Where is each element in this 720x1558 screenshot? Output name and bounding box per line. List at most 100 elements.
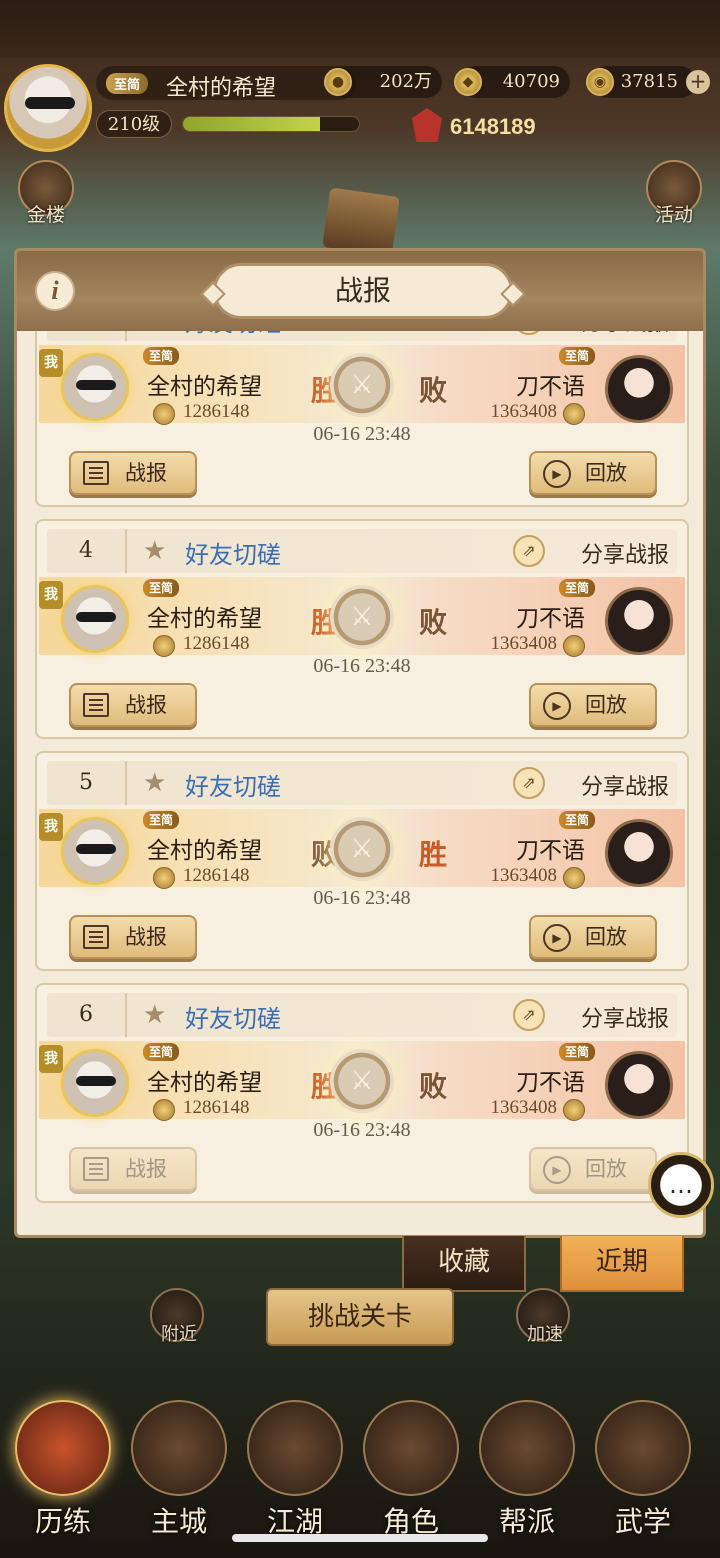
battle-card: 5 ★ 好友切磋 ⇗ 分享战报 我 至简 全村的希望 1286148 败 ⚔ 胜… xyxy=(35,751,689,971)
my-name: 全村的希望 xyxy=(147,606,262,632)
matchup: 我 至简 全村的希望 1286148 败 ⚔ 胜 至简 刀不语 1363408 xyxy=(39,809,685,889)
view-report-button[interactable]: 战报 xyxy=(69,451,197,495)
nav-guild[interactable]: 帮派 xyxy=(472,1400,582,1540)
ingot-resource[interactable]: ◆ 40709 xyxy=(454,66,570,98)
info-icon[interactable]: i xyxy=(35,271,75,311)
my-vip-tag: 至简 xyxy=(143,579,180,597)
challenge-stage-button[interactable]: 挑战关卡 xyxy=(266,1288,454,1346)
report-label: 战报 xyxy=(125,461,167,485)
replay-button[interactable]: ▶ 回放 xyxy=(529,1147,657,1191)
nav-jianghu-icon xyxy=(247,1400,343,1496)
power-coin-icon xyxy=(153,635,175,657)
my-power: 1286148 xyxy=(183,401,250,422)
replay-label: 回放 xyxy=(585,461,627,485)
player-avatar[interactable] xyxy=(4,64,92,152)
nav-training[interactable]: 历练 xyxy=(8,1400,118,1540)
play-icon: ▶ xyxy=(543,460,571,488)
opponent-name: 刀不语 xyxy=(516,606,585,632)
share-icon[interactable]: ⇗ xyxy=(513,535,545,567)
replay-button[interactable]: ▶ 回放 xyxy=(529,683,657,727)
my-vip-tag: 至简 xyxy=(143,811,180,829)
golden-tower-label: 金楼 xyxy=(26,204,65,226)
replay-label: 回放 xyxy=(585,1157,627,1181)
play-icon: ▶ xyxy=(543,692,571,720)
player-name-bar: 至简 全村的希望 xyxy=(96,66,356,101)
opponent-result: 败 xyxy=(419,1070,448,1103)
nav-jianghu[interactable]: 江湖 xyxy=(240,1400,350,1540)
opponent-power: 1363408 xyxy=(490,865,558,886)
tab-recent[interactable]: 近期 xyxy=(560,1236,684,1292)
share-report-button[interactable]: 分享战报 xyxy=(581,331,669,337)
nav-guild-icon xyxy=(479,1400,575,1496)
nav-guild-label: 帮派 xyxy=(498,1505,555,1538)
share-icon[interactable]: ⇗ xyxy=(513,767,545,799)
opponent-name: 刀不语 xyxy=(516,838,585,864)
home-indicator[interactable] xyxy=(232,1534,488,1542)
opponent-avatar[interactable] xyxy=(605,587,673,655)
my-name: 全村的希望 xyxy=(147,374,262,400)
view-report-button[interactable]: 战报 xyxy=(69,915,197,959)
battle-rank: 5 xyxy=(47,761,127,805)
player-power: 6148189 xyxy=(450,114,536,139)
coin-icon: ● xyxy=(324,68,352,96)
star-icon[interactable]: ★ xyxy=(143,1001,166,1029)
me-tag: 我 xyxy=(39,581,63,609)
nav-character[interactable]: 角色 xyxy=(356,1400,466,1540)
battle-card: 6 ★ 好友切磋 ⇗ 分享战报 我 至简 全村的希望 1286148 胜 ⚔ 败… xyxy=(35,983,689,1203)
nearby-button[interactable]: 附近 xyxy=(150,1288,204,1345)
nav-character-icon xyxy=(363,1400,459,1496)
power-coin-icon xyxy=(153,1099,175,1121)
activity-button[interactable]: 活动 xyxy=(644,160,704,240)
opponent-result: 败 xyxy=(419,374,448,407)
share-icon[interactable]: ⇗ xyxy=(513,999,545,1031)
opponent-vip-tag: 至简 xyxy=(558,579,595,597)
battle-list[interactable]: 3 ★ 好友切磋 ⇗ 分享战报 我 至简 全村的希望 1286148 胜 ⚔ 败… xyxy=(17,331,703,1235)
battle-time: 06-16 23:48 xyxy=(313,887,411,909)
gold-icon: ◉ xyxy=(586,68,614,96)
gold-resource[interactable]: ◉ 37815 + xyxy=(586,66,710,98)
share-report-button[interactable]: 分享战报 xyxy=(581,1001,669,1033)
star-icon[interactable]: ★ xyxy=(143,537,166,565)
bottom-nav: 历练 主城 江湖 角色 帮派 武学 xyxy=(0,1390,720,1558)
opponent-vip-tag: 至简 xyxy=(558,811,595,829)
opponent-power: 1363408 xyxy=(490,1097,558,1118)
nav-martial-arts[interactable]: 武学 xyxy=(588,1400,698,1540)
share-report-button[interactable]: 分享战报 xyxy=(581,769,669,801)
view-report-button[interactable]: 战报 xyxy=(69,683,197,727)
center-card-icon[interactable] xyxy=(322,187,400,257)
tab-favorites[interactable]: 收藏 xyxy=(402,1236,526,1292)
share-icon[interactable]: ⇗ xyxy=(513,331,545,335)
star-icon[interactable]: ★ xyxy=(143,769,166,797)
opponent-avatar[interactable] xyxy=(605,819,673,887)
nearby-label: 附近 xyxy=(161,1324,197,1345)
opponent-avatar[interactable] xyxy=(605,355,673,423)
star-icon[interactable]: ★ xyxy=(143,331,166,333)
battle-time: 06-16 23:48 xyxy=(313,423,411,445)
activity-label: 活动 xyxy=(654,204,693,226)
share-report-button[interactable]: 分享战报 xyxy=(581,537,669,569)
replay-button[interactable]: ▶ 回放 xyxy=(529,915,657,959)
me-tag: 我 xyxy=(39,1045,63,1073)
power-coin-icon xyxy=(563,1099,585,1121)
report-label: 战报 xyxy=(125,693,167,717)
opponent-avatar[interactable] xyxy=(605,1051,673,1119)
my-avatar[interactable] xyxy=(61,817,129,885)
my-avatar[interactable] xyxy=(61,585,129,653)
add-gold-icon[interactable]: + xyxy=(686,70,710,94)
speedup-button[interactable]: 加速 xyxy=(516,1288,570,1345)
my-avatar[interactable] xyxy=(61,353,129,421)
chat-icon[interactable]: … xyxy=(648,1152,714,1218)
nav-training-icon xyxy=(15,1400,111,1496)
battle-mode: 好友切磋 xyxy=(185,1005,281,1033)
battle-time: 06-16 23:48 xyxy=(313,655,411,677)
nav-main-city[interactable]: 主城 xyxy=(124,1400,234,1540)
coin-resource[interactable]: ● 202万 xyxy=(324,66,442,98)
replay-button[interactable]: ▶ 回放 xyxy=(529,451,657,495)
golden-tower-button[interactable]: 金楼 xyxy=(16,160,76,240)
my-avatar[interactable] xyxy=(61,1049,129,1117)
view-report-button[interactable]: 战报 xyxy=(69,1147,197,1191)
power-coin-icon xyxy=(153,867,175,889)
speedup-label: 加速 xyxy=(527,1324,563,1345)
coin-value: 202万 xyxy=(379,71,432,92)
hud-background xyxy=(0,0,720,58)
